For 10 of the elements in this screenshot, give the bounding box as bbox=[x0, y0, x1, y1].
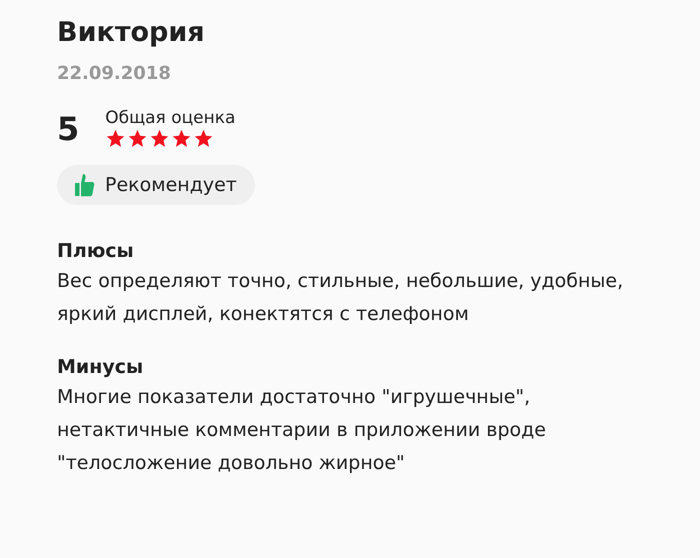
rating-label: Общая оценка bbox=[105, 108, 236, 128]
section-text: Многие показатели достаточно "игрушечные", нетактичные комментарии в приложении вроде "телосложение довольно жирное" bbox=[57, 385, 547, 476]
section-title: Плюсы bbox=[57, 239, 135, 264]
rating-score: 5 bbox=[57, 110, 80, 148]
recommend-label: Рекомендует bbox=[105, 174, 237, 196]
author-name: Виктория bbox=[57, 16, 206, 50]
review-date: 22.09.2018 bbox=[57, 62, 172, 86]
section-title: Минусы bbox=[57, 355, 144, 380]
section-text: Вес определяют точно, стильные, небольшие, удобные, яркий дисплей, конектятся с телефоном bbox=[57, 269, 624, 327]
thumbs-up-icon bbox=[75, 173, 95, 197]
